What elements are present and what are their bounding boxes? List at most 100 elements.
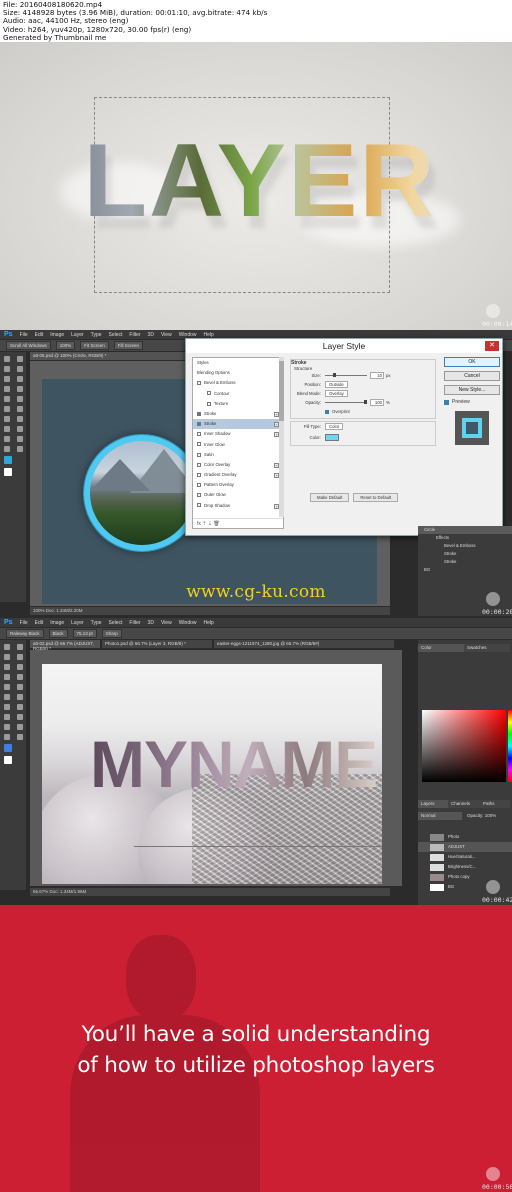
document-tab[interactable]: Photo1.psd @ 66.7% (Layer 3, RGB/8) *	[102, 640, 212, 648]
checkbox-icon[interactable]	[197, 411, 201, 416]
checkbox-icon[interactable]	[207, 391, 211, 396]
checkbox-icon[interactable]	[197, 483, 201, 488]
menu-type[interactable]: Type	[91, 332, 102, 338]
menu-help[interactable]: Help	[204, 332, 214, 338]
tools-panel[interactable]	[0, 352, 26, 602]
layer-effects[interactable]: Effects	[418, 534, 512, 542]
style-gradient-overlay[interactable]: Gradient Overlay +	[193, 470, 283, 480]
menu-file[interactable]: File	[20, 620, 28, 626]
checkbox-icon[interactable]	[197, 421, 201, 426]
tab-channels[interactable]: Channels	[448, 800, 480, 808]
style-contour[interactable]: Contour	[193, 389, 283, 399]
style-texture[interactable]: Texture	[193, 399, 283, 409]
style-color-overlay[interactable]: Color Overlay +	[193, 460, 283, 470]
fit-screen-button[interactable]: Fit Screen	[80, 341, 109, 350]
opacity-slider[interactable]	[325, 400, 367, 404]
style-bevel-emboss[interactable]: Bevel & Emboss	[193, 378, 283, 388]
anti-alias-select[interactable]: Sharp	[101, 629, 122, 638]
menu-window[interactable]: Window	[179, 620, 197, 626]
font-style-select[interactable]: Black	[48, 629, 68, 638]
overprint-row[interactable]: Overprint	[291, 407, 435, 416]
layer-effect-stroke[interactable]: Stroke	[418, 558, 512, 566]
menu-3d[interactable]: 3D	[148, 620, 154, 626]
checkbox-icon[interactable]	[197, 472, 201, 477]
color-picker[interactable]	[422, 710, 506, 782]
style-inner-glow[interactable]: Inner Glow	[193, 440, 283, 450]
position-select[interactable]: Outside	[325, 381, 348, 388]
layer-row-adjust[interactable]: ADJUST	[418, 842, 512, 852]
checkbox-icon[interactable]	[197, 381, 201, 386]
layer-row-photo-copy[interactable]: Photo copy	[418, 872, 512, 882]
blend-mode-select[interactable]: Normal	[418, 812, 462, 820]
menu-select[interactable]: Select	[109, 332, 123, 338]
layer-effect-stroke[interactable]: Stroke	[418, 550, 512, 558]
style-inner-shadow[interactable]: Inner Shadow +	[193, 429, 283, 439]
color-swatch[interactable]	[325, 433, 339, 441]
style-stroke-selected[interactable]: Stroke +	[193, 419, 283, 430]
layer-effect-bevel[interactable]: Bevel & Emboss	[418, 542, 512, 550]
menu-edit[interactable]: Edit	[35, 620, 44, 626]
menu-window[interactable]: Window	[179, 332, 197, 338]
menu-layer[interactable]: Layer	[71, 332, 84, 338]
style-outer-glow[interactable]: Outer Glow	[193, 490, 283, 500]
checkbox-icon[interactable]	[444, 399, 449, 405]
tab-swatches[interactable]: Swatches	[464, 644, 510, 652]
styles-header[interactable]: Styles	[193, 358, 283, 368]
document-tab[interactable]: att-05.psd @ 100% (Circle, RGB/8) *	[30, 352, 190, 360]
size-slider[interactable]	[325, 373, 367, 377]
menu-select[interactable]: Select	[109, 620, 123, 626]
canvas[interactable]: MYNAME	[30, 650, 402, 886]
make-default-button[interactable]: Make Default	[310, 493, 350, 502]
zoom-100-button[interactable]: 100%	[55, 341, 76, 350]
menu-image[interactable]: Image	[50, 620, 64, 626]
blend-mode-select[interactable]: Overlay	[325, 390, 348, 397]
preview-checkbox[interactable]: Preview	[444, 399, 500, 405]
cancel-button[interactable]: Cancel	[444, 371, 500, 381]
close-icon[interactable]: ✕	[485, 341, 499, 351]
myname-text[interactable]: MYNAME	[90, 726, 378, 802]
styles-footer[interactable]: fx ⇡ ⇣ 🗑	[193, 518, 283, 528]
menu-edit[interactable]: Edit	[35, 332, 44, 338]
reset-default-button[interactable]: Reset to Default	[353, 493, 399, 502]
menu-image[interactable]: Image	[50, 332, 64, 338]
fill-type-select[interactable]: Color	[325, 423, 344, 430]
layer-row-brightness[interactable]: Brightness/C...	[418, 862, 512, 872]
document-tab[interactable]: easter-eggs-1211574_1280.jpg @ 66.7% (RG…	[214, 640, 394, 648]
opacity-field[interactable]: Opacity: 100%	[464, 812, 510, 820]
tab-paths[interactable]: Paths	[480, 800, 510, 808]
font-family-select[interactable]: Raleway Black	[6, 629, 44, 638]
menu-help[interactable]: Help	[204, 620, 214, 626]
opacity-input[interactable]: 100	[370, 399, 384, 406]
font-size-select[interactable]: 75.13 pt	[72, 629, 97, 638]
menu-filter[interactable]: Filter	[129, 332, 140, 338]
menu-layer[interactable]: Layer	[71, 620, 84, 626]
new-style-button[interactable]: New Style...	[444, 385, 500, 395]
checkbox-icon[interactable]	[197, 493, 201, 498]
menu-3d[interactable]: 3D	[148, 332, 154, 338]
menu-view[interactable]: View	[161, 620, 172, 626]
fill-screen-button[interactable]: Fill Screen	[113, 341, 144, 350]
checkbox-icon[interactable]	[197, 452, 201, 457]
scrollbar[interactable]	[279, 357, 284, 517]
menu-filter[interactable]: Filter	[129, 620, 140, 626]
checkbox-icon[interactable]	[197, 442, 201, 447]
layer-row-circle[interactable]: Circle	[418, 526, 512, 534]
ok-button[interactable]: OK	[444, 357, 500, 367]
size-input[interactable]: 10	[370, 372, 384, 379]
checkbox-icon[interactable]	[207, 401, 211, 406]
hue-slider[interactable]	[508, 710, 512, 782]
tools-panel[interactable]	[0, 640, 26, 890]
layer-row-hue[interactable]: Hue/Saturati...	[418, 852, 512, 862]
style-satin[interactable]: Satin	[193, 450, 283, 460]
checkbox-icon[interactable]	[197, 432, 201, 437]
style-stroke[interactable]: Stroke +	[193, 409, 283, 419]
document-tab[interactable]: att-02.psd @ 66.7% (ADJUST, RGB/8) *	[30, 640, 100, 651]
style-blending-options[interactable]: Blending Options	[193, 368, 283, 378]
menu-type[interactable]: Type	[91, 620, 102, 626]
menu-view[interactable]: View	[161, 332, 172, 338]
layer-row-bg[interactable]: BG	[418, 566, 512, 574]
menu-file[interactable]: File	[20, 332, 28, 338]
tab-color[interactable]: Color	[418, 644, 464, 652]
style-drop-shadow[interactable]: Drop Shadow +	[193, 501, 283, 511]
style-pattern-overlay[interactable]: Pattern Overlay	[193, 480, 283, 490]
